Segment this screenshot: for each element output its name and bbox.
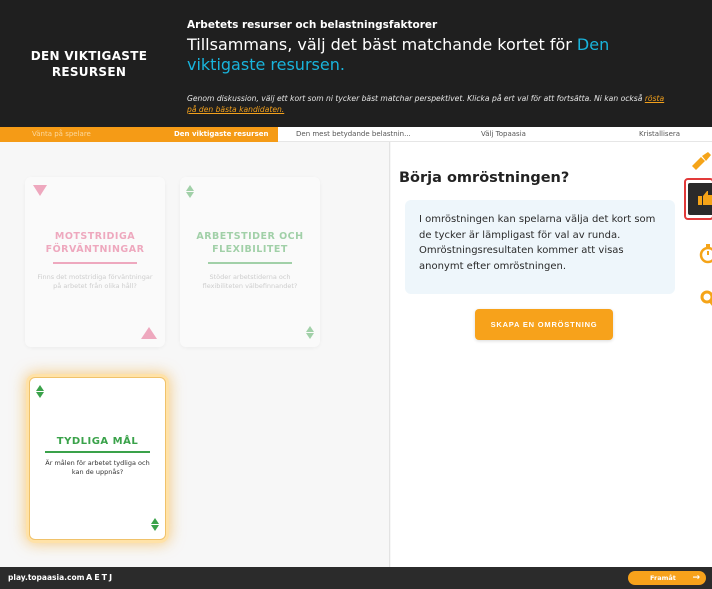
category-label: Arbetets resurser och belastningsfaktore… <box>187 19 438 31</box>
diamond-icon <box>306 326 314 339</box>
instructions-text: Genom diskussion, välj ett kort som ni t… <box>187 94 645 103</box>
app-root: DEN VIKTIGASTE RESURSEN Arbetets resurse… <box>0 0 712 589</box>
card-tydliga-mal[interactable]: TYDLIGA MÅL Är målen för arbetet tydliga… <box>29 377 166 540</box>
pencil-tool[interactable] <box>682 150 712 180</box>
vote-tool[interactable] <box>684 178 712 220</box>
card-description: Finns det motstridiga förväntningar på a… <box>37 273 153 290</box>
card-description: Är målen för arbetet tydliga och kan de … <box>45 459 150 476</box>
card-divider <box>208 262 292 264</box>
page-title-prefix: Tillsammans, välj det bäst matchande kor… <box>187 35 577 54</box>
card-motstridiga-forvantningar[interactable]: MOTSTRIDIGA FÖRVÄNTNINGAR Finns det mots… <box>25 177 165 347</box>
card-title: ARBETSTIDER OCH FLEXIBILITET <box>196 231 304 255</box>
vote-info-text: I omröstningen kan spelarna välja det ko… <box>419 214 656 272</box>
instructions: Genom diskussion, välj ett kort som ni t… <box>187 93 667 115</box>
perspective-title: DEN VIKTIGASTE RESURSEN <box>0 0 178 127</box>
header: DEN VIKTIGASTE RESURSEN Arbetets resurse… <box>0 0 712 127</box>
diamond-icon <box>186 185 194 198</box>
diamond-icon <box>151 518 159 531</box>
card-area: MOTSTRIDIGA FÖRVÄNTNINGAR Finns det mots… <box>0 142 390 567</box>
key-tool[interactable] <box>682 284 712 314</box>
diamond-icon <box>36 385 44 398</box>
timer-tool[interactable] <box>682 238 712 268</box>
arrow-right-icon: → <box>692 573 700 583</box>
vote-panel-title: Börja omröstningen? <box>399 170 570 186</box>
thumbs-up-icon <box>698 191 712 205</box>
triangle-up-icon <box>141 327 157 339</box>
create-vote-button[interactable]: SKAPA EN OMRÖSTNING <box>475 309 613 340</box>
next-button[interactable]: Framåt → <box>628 571 706 585</box>
pencil-icon <box>692 152 711 170</box>
side-toolbar <box>682 142 712 567</box>
step-most-important-resource: Den viktigaste resursen <box>165 127 278 142</box>
card-description: Stöder arbetstiderna och flexibiliteten … <box>202 273 298 290</box>
step-most-significant-load: Den mest betydande belastnin... <box>296 130 411 138</box>
perspective-title-line1: DEN VIKTIGASTE <box>30 48 148 63</box>
triangle-down-icon <box>33 185 47 196</box>
page-title: Tillsammans, välj det bäst matchande kor… <box>187 35 687 75</box>
card-title: TYDLIGA MÅL <box>56 436 139 447</box>
card-divider <box>45 451 150 453</box>
step-wait-for-players: Vänta på spelare <box>0 127 165 142</box>
progress-steps: Vänta på spelare Den viktigaste resursen… <box>0 127 712 142</box>
vote-info-box: I omröstningen kan spelarna välja det ko… <box>405 200 675 294</box>
step-crystallize: Kristallisera <box>639 130 681 138</box>
card-arbetstider-och-flexibilitet[interactable]: ARBETSTIDER OCH FLEXIBILITET Stöder arbe… <box>180 177 320 347</box>
site-url: play.topaasia.com <box>8 573 85 582</box>
card-title: MOTSTRIDIGA FÖRVÄNTNINGAR <box>45 231 145 255</box>
footer: play.topaasia.com AETJ Framåt → <box>0 567 712 589</box>
perspective-title-line2: RESURSEN <box>51 64 127 79</box>
card-divider <box>53 262 137 264</box>
brand-logo: AETJ <box>86 573 115 582</box>
vote-panel: Börja omröstningen? I omröstningen kan s… <box>391 142 682 567</box>
key-icon <box>700 290 712 306</box>
step-choose-topaasia: Välj Topaasia <box>481 130 526 138</box>
timer-icon <box>699 244 712 264</box>
next-button-label: Framåt <box>650 574 676 582</box>
